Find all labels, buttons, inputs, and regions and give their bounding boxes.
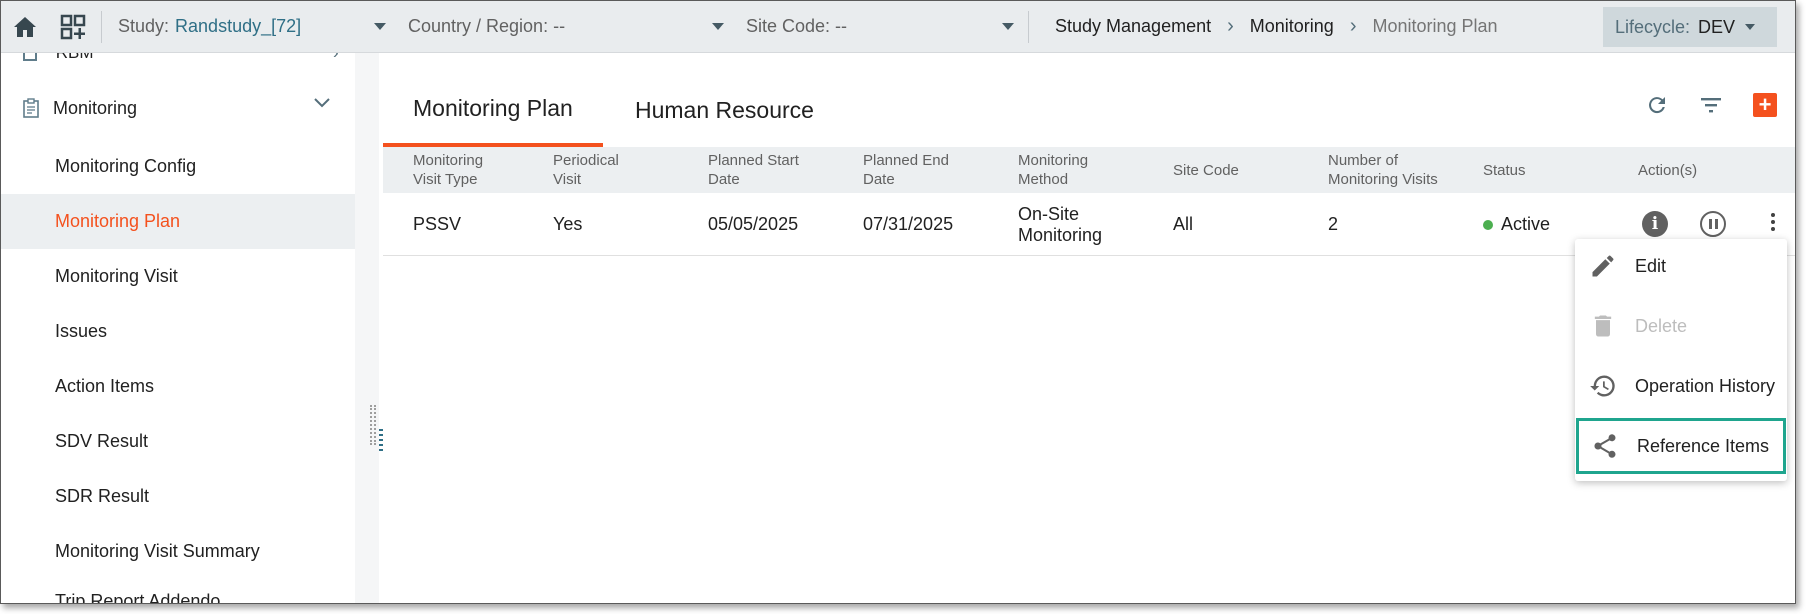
- sidebar-section-monitoring[interactable]: Monitoring: [1, 83, 355, 133]
- column-header: Monitoring Method: [1018, 152, 1089, 188]
- sidebar-item-sdr-result[interactable]: SDR Result: [1, 469, 355, 524]
- country-select[interactable]: Country / Region: --: [396, 1, 734, 53]
- clipboard-icon: [23, 98, 39, 118]
- sidebar-section-label: Monitoring: [53, 97, 138, 118]
- sidebar-item-label: RBM: [56, 53, 94, 62]
- breadcrumb: Study Management › Monitoring › Monitori…: [1033, 1, 1498, 53]
- actions-menu: Edit Delete Operation History Reference …: [1575, 239, 1787, 481]
- trash-icon: [1594, 315, 1612, 337]
- study-select[interactable]: Study: Randstudy_[72]: [106, 1, 396, 53]
- refresh-icon: [1649, 97, 1665, 114]
- menu-item-label: Delete: [1635, 315, 1688, 336]
- apps-add-icon: [60, 14, 86, 39]
- chevron-right-icon: ›: [1227, 15, 1234, 37]
- cell-visit-count: 2: [1328, 214, 1339, 234]
- column-header: Planned End Date: [863, 152, 949, 188]
- status-dot-icon: [1483, 219, 1493, 230]
- sidebar: RBM › Monitoring Monitoring Config Monit…: [1, 53, 355, 603]
- sidebar-item-trip-report[interactable]: Trip Report Addendo: [55, 591, 220, 603]
- more-vert-icon: [1768, 211, 1778, 231]
- divider: [101, 10, 102, 43]
- site-code-label: Site Code: --: [746, 16, 848, 36]
- breadcrumb-monitoring-plan: Monitoring Plan: [1372, 16, 1498, 36]
- sidebar-item-monitoring-visit-summary[interactable]: Monitoring Visit Summary: [1, 524, 355, 579]
- plus-icon: +: [1758, 92, 1772, 117]
- study-value: Randstudy_[72]: [175, 16, 302, 36]
- column-header: Action(s): [1638, 162, 1698, 179]
- menu-item-delete: Delete: [1575, 299, 1787, 353]
- site-code-select[interactable]: Site Code: --: [734, 1, 1024, 53]
- panel-splitter[interactable]: [355, 53, 379, 603]
- column-header: Monitoring Visit Type: [413, 152, 484, 188]
- caret-down-icon: [374, 22, 386, 30]
- history-icon: [1590, 375, 1615, 397]
- home-button[interactable]: [1, 1, 49, 53]
- sidebar-item-action-items[interactable]: Action Items: [1, 359, 355, 414]
- refresh-button[interactable]: [1645, 93, 1669, 117]
- column-header: Status: [1483, 162, 1526, 179]
- chevron-down-icon: [314, 98, 330, 108]
- share-icon: [1594, 434, 1616, 458]
- add-button[interactable]: +: [1753, 93, 1777, 117]
- caret-down-icon: [712, 22, 724, 30]
- status-text: Active: [1501, 214, 1551, 234]
- sidebar-item-issues[interactable]: Issues: [1, 304, 355, 359]
- column-header: Site Code: [1173, 162, 1239, 179]
- sidebar-list: Monitoring Config Monitoring Plan Monito…: [1, 139, 355, 579]
- cell-periodical: Yes: [553, 214, 583, 234]
- chevron-right-icon: ›: [333, 53, 339, 63]
- lifecycle-select[interactable]: Lifecycle: DEV: [1603, 7, 1777, 47]
- pause-button[interactable]: [1700, 211, 1726, 237]
- apps-button[interactable]: [49, 1, 97, 53]
- cell-visit-type: PSSV: [413, 214, 462, 234]
- sidebar-item-monitoring-visit[interactable]: Monitoring Visit: [1, 249, 355, 304]
- more-actions-button[interactable]: [1768, 211, 1778, 231]
- menu-item-label: Reference Items: [1637, 435, 1770, 456]
- rbm-icon: [23, 53, 37, 61]
- sidebar-item-monitoring-plan[interactable]: Monitoring Plan: [1, 194, 355, 249]
- sidebar-item-sdv-result[interactable]: SDV Result: [1, 414, 355, 469]
- drag-handle-icon[interactable]: [370, 405, 376, 445]
- filter-icon: [1701, 98, 1721, 113]
- tab-monitoring-plan[interactable]: Monitoring Plan: [383, 73, 603, 147]
- menu-item-label: Operation History: [1635, 375, 1776, 396]
- column-header: Periodical Visit: [553, 152, 619, 188]
- menu-item-operation-history[interactable]: Operation History: [1575, 359, 1787, 413]
- divider: [1028, 10, 1029, 43]
- cell-method: On-Site Monitoring: [1018, 203, 1103, 245]
- tab-bar: Monitoring Plan Human Resource +: [383, 73, 1795, 147]
- top-bar: Study: Randstudy_[72] Country / Region: …: [1, 1, 1795, 53]
- info-button[interactable]: i: [1642, 211, 1668, 237]
- breadcrumb-study-management[interactable]: Study Management: [1055, 16, 1211, 37]
- lifecycle-label: Lifecycle:: [1615, 16, 1691, 37]
- sidebar-item-rbm[interactable]: RBM ›: [23, 53, 339, 63]
- cell-start-date: 05/05/2025: [708, 214, 799, 234]
- info-icon: i: [1642, 211, 1668, 237]
- menu-item-reference-items[interactable]: Reference Items: [1576, 418, 1786, 474]
- country-label: Country / Region: --: [408, 16, 566, 36]
- pause-icon: [1700, 211, 1726, 237]
- filter-button[interactable]: [1699, 93, 1723, 117]
- home-icon: [14, 16, 36, 37]
- column-header: Number of Monitoring Visits: [1328, 152, 1438, 188]
- status-badge: Active: [1483, 193, 1550, 256]
- menu-item-edit[interactable]: Edit: [1575, 239, 1787, 293]
- caret-down-icon: [1745, 24, 1756, 30]
- tab-human-resource[interactable]: Human Resource: [605, 73, 844, 147]
- chevron-right-icon: ›: [1349, 15, 1357, 37]
- sidebar-item-monitoring-config[interactable]: Monitoring Config: [1, 139, 355, 194]
- pencil-icon: [1592, 255, 1614, 277]
- cell-site-code: All: [1173, 214, 1194, 234]
- app-window: Study: Randstudy_[72] Country / Region: …: [0, 0, 1796, 604]
- table-header: Monitoring Visit Type Periodical Visit Pla…: [383, 147, 1795, 193]
- caret-down-icon: [1002, 22, 1014, 30]
- study-label: Study:: [118, 16, 170, 36]
- lifecycle-value: DEV: [1698, 16, 1736, 37]
- cell-end-date: 07/31/2025: [863, 214, 954, 234]
- menu-item-label: Edit: [1635, 255, 1667, 276]
- breadcrumb-monitoring[interactable]: Monitoring: [1250, 16, 1334, 37]
- toolbar: +: [1645, 93, 1777, 117]
- column-header: Planned Start Date: [708, 152, 799, 188]
